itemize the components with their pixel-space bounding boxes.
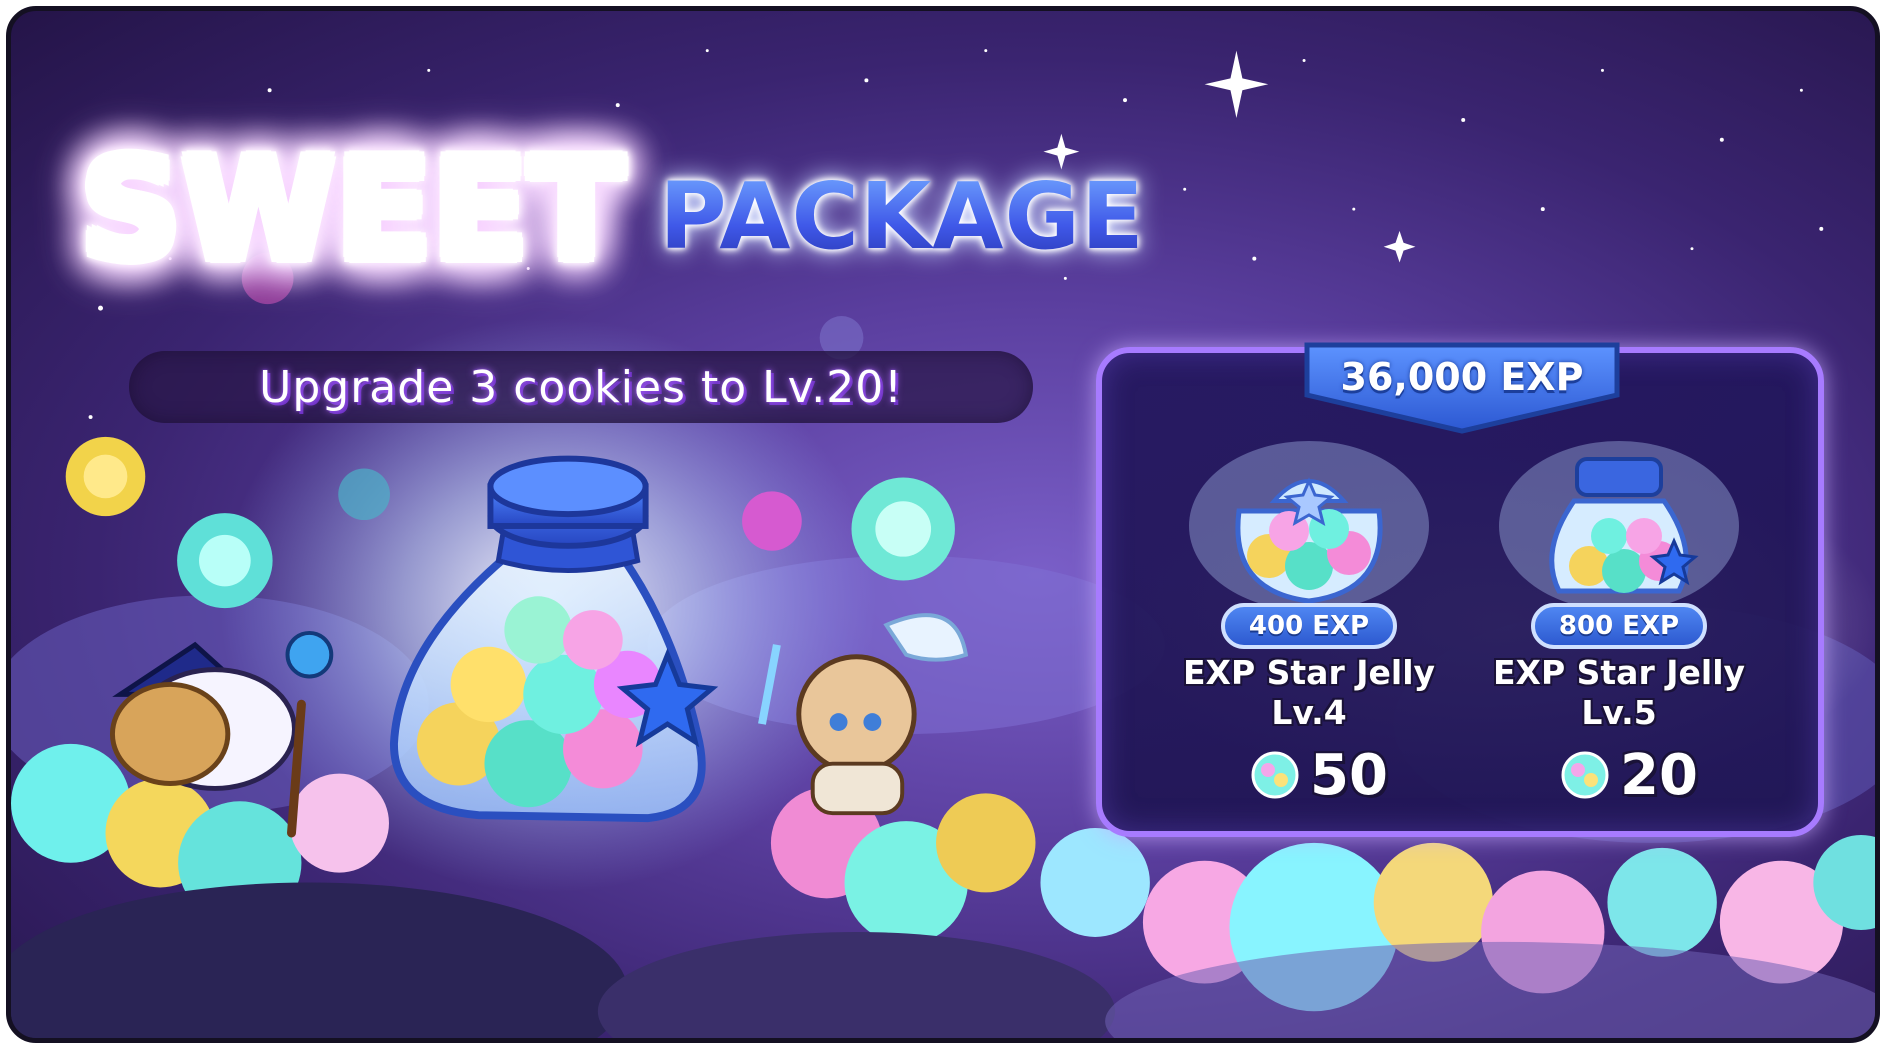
- item-quantity: 50: [1219, 742, 1419, 808]
- item-quantity: 20: [1529, 742, 1729, 808]
- item-quantity-value: 50: [1310, 742, 1388, 808]
- item-name-line1: EXP Star Jelly: [1182, 653, 1436, 692]
- total-exp-ribbon: 36,000 EXP: [1301, 337, 1623, 435]
- package-item: 800 EXP EXP Star Jelly Lv.5 20: [1469, 431, 1769, 808]
- item-quantity-value: 20: [1620, 742, 1698, 808]
- banner-frame: SWEET PACKAGE Upgrade 3 cookies to Lv.20…: [6, 6, 1880, 1043]
- item-name: EXP Star Jelly Lv.4: [1149, 653, 1469, 733]
- subtitle-bar: Upgrade 3 cookies to Lv.20!: [129, 351, 1033, 423]
- star-jelly-icon: [1561, 751, 1609, 799]
- star-jelly-bag-icon: [1189, 441, 1429, 611]
- item-exp-badge: 800 EXP: [1531, 603, 1707, 649]
- item-name-line2: Lv.4: [1271, 693, 1347, 732]
- item-name-line1: EXP Star Jelly: [1492, 653, 1746, 692]
- total-exp-label: 36,000 EXP: [1340, 355, 1584, 399]
- item-name-line2: Lv.5: [1581, 693, 1657, 732]
- banner-title: SWEET PACKAGE: [81, 119, 1145, 279]
- star-jelly-jar-illustration: [389, 455, 719, 823]
- star-jelly-icon: [1251, 751, 1299, 799]
- title-sweet-text: SWEET: [81, 129, 626, 290]
- subtitle-text: Upgrade 3 cookies to Lv.20!: [259, 361, 903, 413]
- package-item: 400 EXP EXP Star Jelly Lv.4 50: [1159, 431, 1459, 808]
- item-name: EXP Star Jelly Lv.5: [1459, 653, 1779, 733]
- knight-cookie-character: [758, 613, 969, 816]
- title-package-text: PACKAGE: [659, 163, 1145, 270]
- item-exp-badge: 400 EXP: [1221, 603, 1397, 649]
- star-jelly-jar-icon: [1499, 441, 1739, 611]
